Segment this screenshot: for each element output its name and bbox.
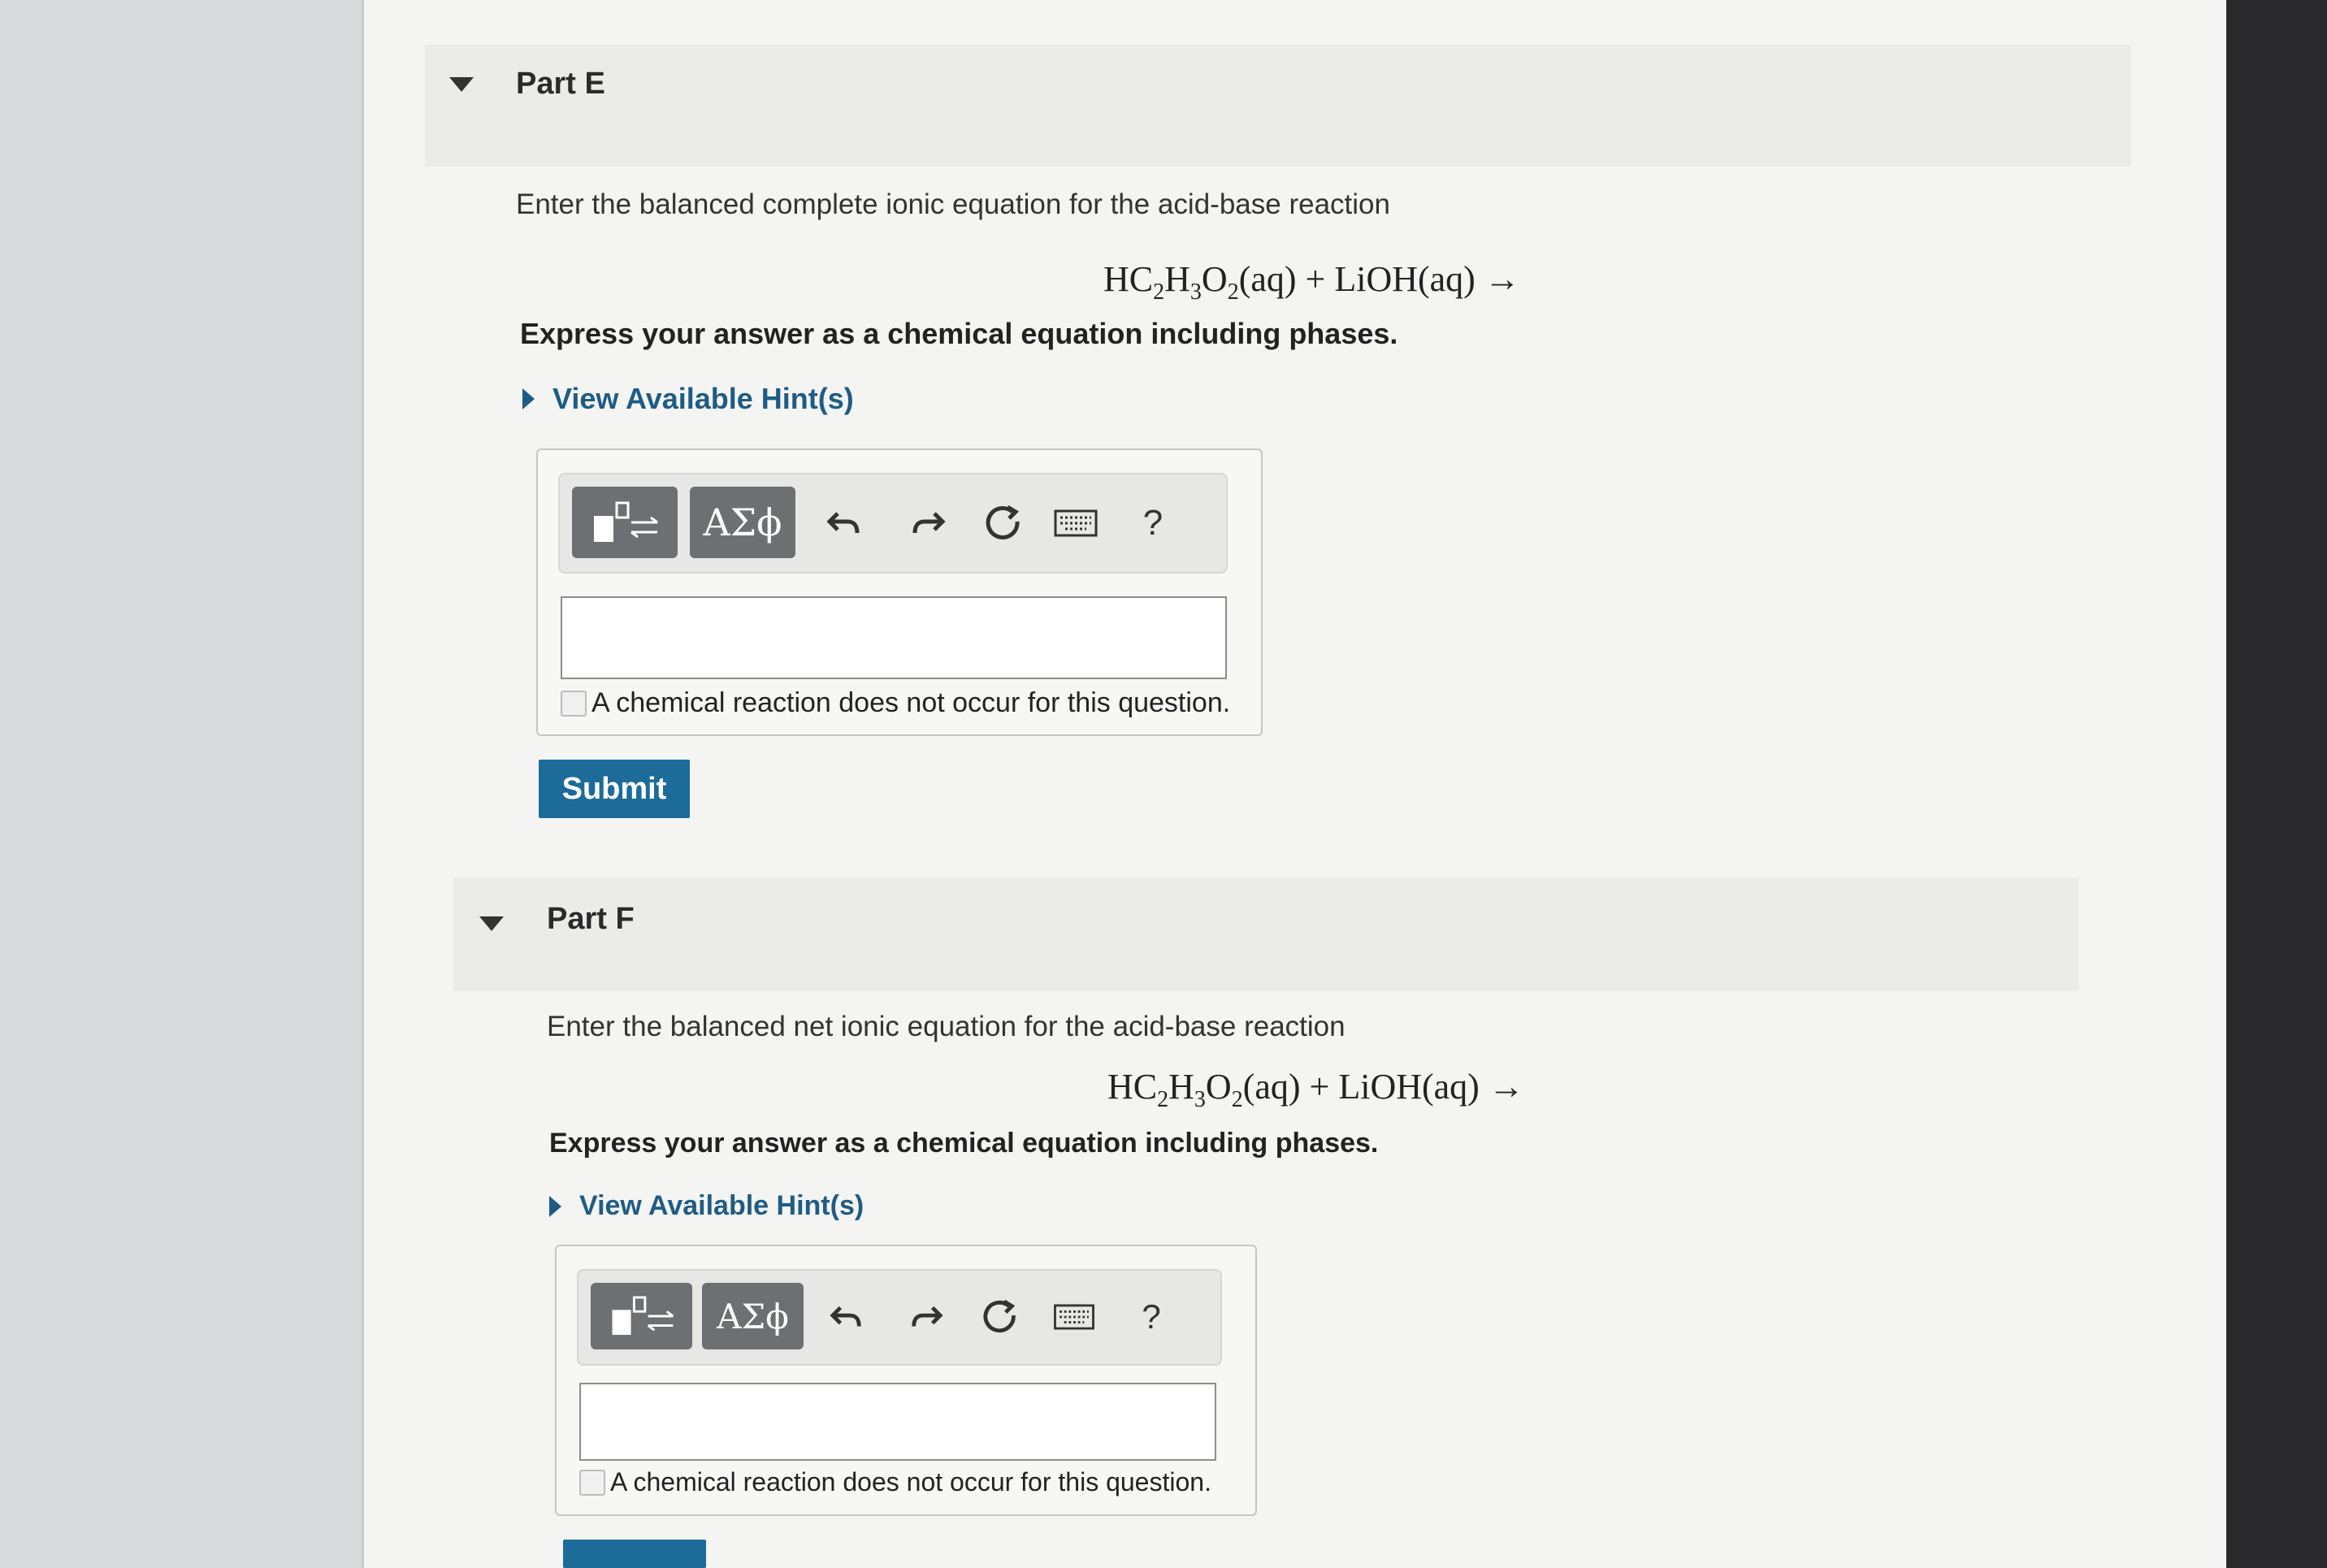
reset-icon[interactable]	[973, 1289, 1029, 1345]
keyboard-icon[interactable]	[1047, 495, 1104, 552]
templates-button[interactable]	[591, 1283, 692, 1349]
part-f-equation: HC2H3O2(aq) + LiOH(aq) →	[1107, 1067, 1524, 1112]
undo-icon[interactable]	[816, 495, 873, 552]
part-e-header[interactable]: Part E	[425, 45, 2131, 167]
no-reaction-checkbox[interactable]	[561, 690, 587, 717]
monitor-bezel	[2226, 0, 2327, 1568]
hint-label: View Available Hint(s)	[552, 382, 854, 415]
template-icon	[612, 1296, 674, 1336]
part-f-answer-input[interactable]	[579, 1383, 1216, 1461]
expand-caret-icon	[549, 1195, 561, 1217]
help-icon[interactable]: ?	[1123, 1289, 1180, 1345]
greek-symbols-button[interactable]: ΑΣϕ	[702, 1283, 804, 1349]
part-f-no-reaction-option[interactable]: A chemical reaction does not occur for t…	[579, 1467, 1211, 1497]
no-reaction-checkbox[interactable]	[579, 1469, 605, 1496]
part-f-math-toolbar: ΑΣϕ ?	[577, 1269, 1222, 1366]
part-e-answer-box: ΑΣϕ ? A chemical reaction does not occur…	[536, 448, 1263, 736]
part-e-submit-button[interactable]: Submit	[539, 760, 690, 818]
part-f-submit-button[interactable]	[563, 1540, 706, 1568]
no-reaction-label: A chemical reaction does not occur for t…	[592, 687, 1231, 718]
assignment-page: Part E Enter the balanced complete ionic…	[362, 0, 2229, 1568]
part-f-question: Enter the balanced net ionic equation fo…	[547, 1011, 1346, 1042]
part-e-instruction: Express your answer as a chemical equati…	[520, 317, 1398, 350]
redo-icon[interactable]	[898, 1289, 955, 1345]
part-e-question: Enter the balanced complete ionic equati…	[516, 188, 1390, 220]
part-f-answer-box: ΑΣϕ ? A chemical reaction does not occur…	[555, 1245, 1257, 1516]
greek-symbols-button[interactable]: ΑΣϕ	[690, 487, 795, 558]
templates-button[interactable]	[572, 487, 678, 558]
reset-icon[interactable]	[976, 495, 1033, 552]
part-f-hint-toggle[interactable]: View Available Hint(s)	[549, 1190, 864, 1222]
part-e-title: Part E	[516, 67, 605, 101]
keyboard-icon[interactable]	[1046, 1289, 1103, 1345]
collapse-caret-icon[interactable]	[449, 77, 474, 92]
part-f-title: Part F	[547, 902, 635, 936]
collapse-caret-icon[interactable]	[479, 916, 504, 931]
hint-label: View Available Hint(s)	[579, 1190, 864, 1221]
part-e-no-reaction-option[interactable]: A chemical reaction does not occur for t…	[561, 687, 1230, 719]
no-reaction-label: A chemical reaction does not occur for t…	[610, 1467, 1211, 1497]
part-e-answer-input[interactable]	[561, 596, 1227, 679]
part-e-hint-toggle[interactable]: View Available Hint(s)	[522, 382, 854, 416]
undo-icon[interactable]	[818, 1289, 875, 1345]
help-icon[interactable]: ?	[1124, 495, 1181, 552]
part-f-header[interactable]: Part F	[453, 877, 2078, 991]
redo-icon[interactable]	[899, 495, 956, 552]
expand-caret-icon	[522, 388, 535, 409]
part-f-instruction: Express your answer as a chemical equati…	[549, 1128, 1379, 1159]
part-e-math-toolbar: ΑΣϕ ?	[558, 473, 1228, 574]
part-e-equation: HC2H3O2(aq) + LiOH(aq) →	[1103, 259, 1520, 305]
template-icon	[594, 501, 658, 542]
